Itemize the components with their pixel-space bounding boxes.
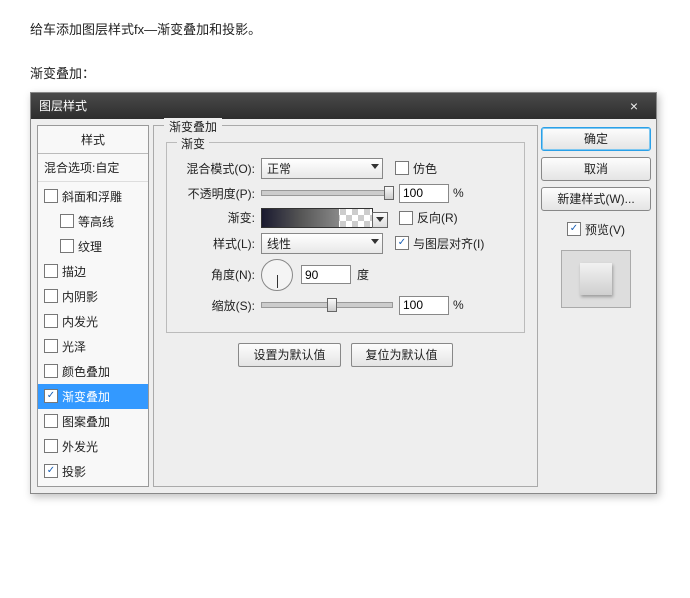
sidebar-checkbox[interactable]	[44, 439, 58, 453]
sidebar-item-4[interactable]: 内阴影	[38, 284, 148, 309]
window-title: 图层样式	[39, 97, 87, 114]
gradient-inner-group: 渐变 混合模式(O): 正常 仿色 不透明度(P): %	[166, 142, 525, 333]
preview-checkbox[interactable]: ✓	[567, 222, 581, 236]
reverse-checkbox[interactable]	[399, 211, 413, 225]
sidebar-checkbox[interactable]: ✓	[44, 464, 58, 478]
close-icon[interactable]: ×	[620, 97, 648, 115]
sidebar-header[interactable]: 样式	[38, 126, 148, 154]
sidebar-checkbox[interactable]	[60, 214, 74, 228]
gradient-overlay-group: 渐变叠加 渐变 混合模式(O): 正常 仿色 不透明度(P): %	[153, 125, 538, 487]
sidebar-item-11[interactable]: ✓ 投影	[38, 459, 148, 484]
percent-label: %	[453, 186, 464, 200]
sidebar-item-6[interactable]: 光泽	[38, 334, 148, 359]
sidebar-item-5[interactable]: 内发光	[38, 309, 148, 334]
align-label: 与图层对齐(I)	[413, 235, 484, 252]
sidebar-item-2[interactable]: 纹理	[38, 234, 148, 259]
sidebar-item-label: 外发光	[62, 438, 98, 455]
section-caption: 渐变叠加：	[30, 63, 660, 82]
sidebar-checkbox[interactable]	[44, 289, 58, 303]
preview-label: 预览(V)	[585, 221, 625, 238]
sidebar-item-10[interactable]: 外发光	[38, 434, 148, 459]
angle-label: 角度(N):	[177, 266, 255, 283]
sidebar-item-label: 纹理	[78, 238, 102, 255]
cancel-button[interactable]: 取消	[541, 157, 651, 181]
align-checkbox[interactable]: ✓	[395, 236, 409, 250]
styles-sidebar: 样式 混合选项:自定 斜面和浮雕等高线纹理描边内阴影内发光光泽颜色叠加 ✓ 渐变叠加…	[37, 125, 149, 487]
sidebar-checkbox[interactable]	[44, 339, 58, 353]
sidebar-item-label: 光泽	[62, 338, 86, 355]
style-select[interactable]: 线性	[261, 233, 383, 254]
reset-default-button[interactable]: 复位为默认值	[351, 343, 453, 367]
sidebar-checkbox[interactable]	[60, 239, 74, 253]
gradient-swatch[interactable]	[261, 208, 373, 228]
scale-slider[interactable]	[261, 302, 393, 308]
titlebar: 图层样式 ×	[31, 93, 656, 119]
sidebar-item-label: 斜面和浮雕	[62, 188, 122, 205]
sidebar-checkbox[interactable]	[44, 189, 58, 203]
sidebar-item-label: 内阴影	[62, 288, 98, 305]
group-title: 渐变叠加	[164, 118, 222, 135]
opacity-slider[interactable]	[261, 190, 393, 196]
chevron-down-icon	[371, 239, 379, 244]
sidebar-blending-options[interactable]: 混合选项:自定	[38, 154, 148, 182]
right-buttons: 确定 取消 新建样式(W)... ✓ 预览(V)	[542, 125, 650, 487]
style-value: 线性	[267, 235, 291, 252]
scale-label: 缩放(S):	[177, 297, 255, 314]
sidebar-item-1[interactable]: 等高线	[38, 209, 148, 234]
opacity-label: 不透明度(P):	[177, 185, 255, 202]
gradient-label: 渐变:	[177, 209, 255, 226]
reverse-label: 反向(R)	[417, 209, 458, 226]
sidebar-item-label: 等高线	[78, 213, 114, 230]
make-default-button[interactable]: 设置为默认值	[238, 343, 340, 367]
opacity-input[interactable]	[399, 184, 449, 203]
sidebar-item-label: 投影	[62, 463, 86, 480]
sidebar-item-8[interactable]: ✓ 渐变叠加	[38, 384, 148, 409]
sidebar-item-label: 图案叠加	[62, 413, 110, 430]
sidebar-item-label: 渐变叠加	[62, 388, 110, 405]
blend-mode-select[interactable]: 正常	[261, 158, 383, 179]
sidebar-checkbox[interactable]: ✓	[44, 389, 58, 403]
angle-dial[interactable]	[261, 259, 293, 291]
sidebar-item-label: 内发光	[62, 313, 98, 330]
preview-thumbnail	[561, 250, 631, 308]
sidebar-item-0[interactable]: 斜面和浮雕	[38, 184, 148, 209]
sidebar-item-label: 描边	[62, 263, 86, 280]
layer-style-dialog: 图层样式 × 样式 混合选项:自定 斜面和浮雕等高线纹理描边内阴影内发光光泽颜色…	[30, 92, 657, 494]
sidebar-checkbox[interactable]	[44, 414, 58, 428]
chevron-down-icon	[371, 164, 379, 169]
page-intro: 给车添加图层样式fx—渐变叠加和投影。	[30, 20, 660, 41]
inner-title: 渐变	[177, 135, 209, 152]
sidebar-item-7[interactable]: 颜色叠加	[38, 359, 148, 384]
dither-label: 仿色	[413, 160, 437, 177]
sidebar-checkbox[interactable]	[44, 364, 58, 378]
sidebar-checkbox[interactable]	[44, 314, 58, 328]
gradient-dropdown-icon[interactable]	[372, 212, 388, 228]
scale-input[interactable]	[399, 296, 449, 315]
blend-mode-label: 混合模式(O):	[177, 160, 255, 177]
blend-mode-value: 正常	[267, 160, 291, 177]
sidebar-item-label: 颜色叠加	[62, 363, 110, 380]
ok-button[interactable]: 确定	[541, 127, 651, 151]
style-label: 样式(L):	[177, 235, 255, 252]
angle-input[interactable]	[301, 265, 351, 284]
new-style-button[interactable]: 新建样式(W)...	[541, 187, 651, 211]
sidebar-item-9[interactable]: 图案叠加	[38, 409, 148, 434]
degree-label: 度	[357, 266, 369, 283]
sidebar-checkbox[interactable]	[44, 264, 58, 278]
percent-label-2: %	[453, 298, 464, 312]
dither-checkbox[interactable]	[395, 161, 409, 175]
sidebar-item-3[interactable]: 描边	[38, 259, 148, 284]
